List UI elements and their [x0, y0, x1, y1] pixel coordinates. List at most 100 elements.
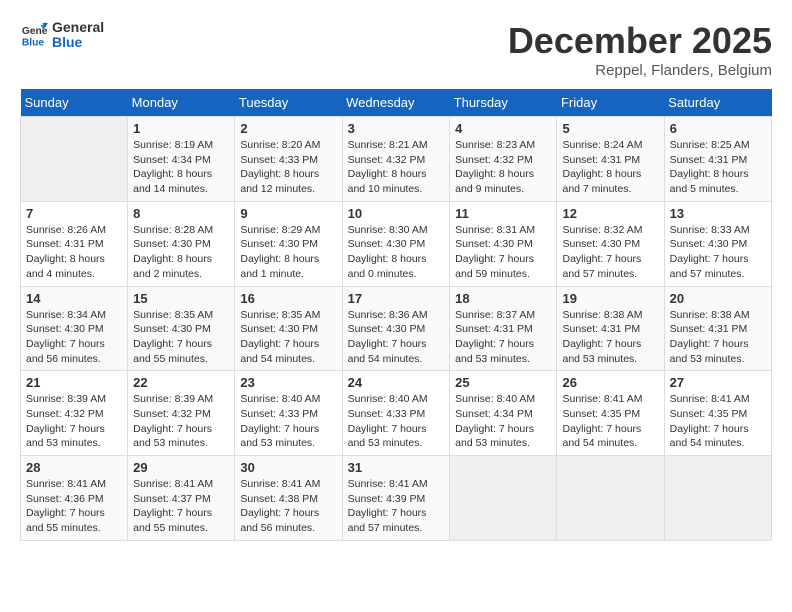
calendar-cell: [557, 456, 664, 541]
day-number: 3: [348, 121, 445, 136]
day-info: Sunrise: 8:41 AM Sunset: 4:36 PM Dayligh…: [26, 477, 122, 536]
calendar-cell: 8 Sunrise: 8:28 AM Sunset: 4:30 PM Daylig…: [128, 201, 235, 286]
calendar-table: SundayMondayTuesdayWednesdayThursdayFrid…: [20, 89, 772, 541]
day-number: 4: [455, 121, 551, 136]
calendar-cell: 21Sunrise: 8:39 AM Sunset: 4:32 PM Dayli…: [21, 371, 128, 456]
day-number: 13: [670, 206, 766, 221]
day-info: Sunrise: 8:34 AM Sunset: 4:30 PM Dayligh…: [26, 308, 122, 367]
day-info: Sunrise: 8:41 AM Sunset: 4:35 PM Dayligh…: [562, 392, 658, 451]
calendar-cell: 20 Sunrise: 8:38 AM Sunset: 4:31 PM Dayli…: [664, 286, 771, 371]
day-info: Sunrise: 8:41 AM Sunset: 4:38 PM Dayligh…: [240, 477, 336, 536]
weekday-header-friday: Friday: [557, 89, 664, 117]
day-number: 20: [670, 291, 766, 306]
calendar-week-3: 14 Sunrise: 8:34 AM Sunset: 4:30 PM Dayli…: [21, 286, 772, 371]
day-info: Sunrise: 8:33 AM Sunset: 4:30 PM Dayligh…: [670, 223, 766, 282]
weekday-header-tuesday: Tuesday: [235, 89, 342, 117]
day-info: Sunrise: 8:38 AM Sunset: 4:31 PM Dayligh…: [670, 308, 766, 367]
day-number: 19: [562, 291, 658, 306]
calendar-cell: [664, 456, 771, 541]
calendar-cell: 18Sunrise: 8:37 AM Sunset: 4:31 PM Dayli…: [450, 286, 557, 371]
day-info: Sunrise: 8:39 AM Sunset: 4:32 PM Dayligh…: [26, 392, 122, 451]
day-number: 31: [348, 460, 445, 475]
day-info: Sunrise: 8:35 AM Sunset: 4:30 PM Dayligh…: [133, 308, 229, 367]
weekday-header-row: SundayMondayTuesdayWednesdayThursdayFrid…: [21, 89, 772, 117]
calendar-cell: 26 Sunrise: 8:41 AM Sunset: 4:35 PM Dayli…: [557, 371, 664, 456]
weekday-header-saturday: Saturday: [664, 89, 771, 117]
day-info: Sunrise: 8:41 AM Sunset: 4:39 PM Dayligh…: [348, 477, 445, 536]
day-number: 10: [348, 206, 445, 221]
title-block: December 2025 Reppel, Flanders, Belgium: [508, 20, 772, 79]
calendar-cell: 25 Sunrise: 8:40 AM Sunset: 4:34 PM Dayli…: [450, 371, 557, 456]
calendar-cell: 12 Sunrise: 8:32 AM Sunset: 4:30 PM Dayli…: [557, 201, 664, 286]
weekday-header-monday: Monday: [128, 89, 235, 117]
day-number: 25: [455, 375, 551, 390]
calendar-cell: 27Sunrise: 8:41 AM Sunset: 4:35 PM Dayli…: [664, 371, 771, 456]
day-info: Sunrise: 8:25 AM Sunset: 4:31 PM Dayligh…: [670, 138, 766, 197]
day-number: 24: [348, 375, 445, 390]
logo-line1: General: [52, 20, 104, 35]
day-number: 27: [670, 375, 766, 390]
day-number: 26: [562, 375, 658, 390]
day-number: 2: [240, 121, 336, 136]
day-info: Sunrise: 8:38 AM Sunset: 4:31 PM Dayligh…: [562, 308, 658, 367]
day-info: Sunrise: 8:28 AM Sunset: 4:30 PM Dayligh…: [133, 223, 229, 282]
day-number: 7: [26, 206, 122, 221]
calendar-cell: [21, 117, 128, 202]
calendar-week-4: 21Sunrise: 8:39 AM Sunset: 4:32 PM Dayli…: [21, 371, 772, 456]
day-number: 8: [133, 206, 229, 221]
day-number: 1: [133, 121, 229, 136]
day-info: Sunrise: 8:35 AM Sunset: 4:30 PM Dayligh…: [240, 308, 336, 367]
day-info: Sunrise: 8:20 AM Sunset: 4:33 PM Dayligh…: [240, 138, 336, 197]
day-number: 18: [455, 291, 551, 306]
day-info: Sunrise: 8:40 AM Sunset: 4:33 PM Dayligh…: [348, 392, 445, 451]
svg-text:Blue: Blue: [22, 38, 45, 49]
calendar-cell: 16 Sunrise: 8:35 AM Sunset: 4:30 PM Dayli…: [235, 286, 342, 371]
day-number: 14: [26, 291, 122, 306]
calendar-cell: 14 Sunrise: 8:34 AM Sunset: 4:30 PM Dayli…: [21, 286, 128, 371]
calendar-week-5: 28 Sunrise: 8:41 AM Sunset: 4:36 PM Dayli…: [21, 456, 772, 541]
calendar-cell: 7Sunrise: 8:26 AM Sunset: 4:31 PM Daylig…: [21, 201, 128, 286]
logo: General Blue General Blue: [20, 20, 104, 51]
weekday-header-wednesday: Wednesday: [342, 89, 450, 117]
day-info: Sunrise: 8:24 AM Sunset: 4:31 PM Dayligh…: [562, 138, 658, 197]
page-header: General Blue General Blue December 2025 …: [20, 20, 772, 79]
calendar-cell: 10 Sunrise: 8:30 AM Sunset: 4:30 PM Dayli…: [342, 201, 450, 286]
calendar-cell: 1Sunrise: 8:19 AM Sunset: 4:34 PM Daylig…: [128, 117, 235, 202]
day-number: 12: [562, 206, 658, 221]
day-number: 17: [348, 291, 445, 306]
logo-line2: Blue: [52, 35, 104, 50]
day-info: Sunrise: 8:21 AM Sunset: 4:32 PM Dayligh…: [348, 138, 445, 197]
calendar-cell: 30 Sunrise: 8:41 AM Sunset: 4:38 PM Dayli…: [235, 456, 342, 541]
calendar-cell: 9Sunrise: 8:29 AM Sunset: 4:30 PM Daylig…: [235, 201, 342, 286]
day-number: 23: [240, 375, 336, 390]
day-number: 15: [133, 291, 229, 306]
calendar-cell: 4Sunrise: 8:23 AM Sunset: 4:32 PM Daylig…: [450, 117, 557, 202]
calendar-cell: 24 Sunrise: 8:40 AM Sunset: 4:33 PM Dayli…: [342, 371, 450, 456]
day-info: Sunrise: 8:32 AM Sunset: 4:30 PM Dayligh…: [562, 223, 658, 282]
calendar-cell: 23 Sunrise: 8:40 AM Sunset: 4:33 PM Dayli…: [235, 371, 342, 456]
day-info: Sunrise: 8:39 AM Sunset: 4:32 PM Dayligh…: [133, 392, 229, 451]
weekday-header-thursday: Thursday: [450, 89, 557, 117]
day-info: Sunrise: 8:40 AM Sunset: 4:34 PM Dayligh…: [455, 392, 551, 451]
calendar-cell: 28 Sunrise: 8:41 AM Sunset: 4:36 PM Dayli…: [21, 456, 128, 541]
calendar-cell: 22 Sunrise: 8:39 AM Sunset: 4:32 PM Dayli…: [128, 371, 235, 456]
calendar-cell: 5Sunrise: 8:24 AM Sunset: 4:31 PM Daylig…: [557, 117, 664, 202]
calendar-cell: 19 Sunrise: 8:38 AM Sunset: 4:31 PM Dayli…: [557, 286, 664, 371]
day-number: 29: [133, 460, 229, 475]
day-number: 16: [240, 291, 336, 306]
day-info: Sunrise: 8:36 AM Sunset: 4:30 PM Dayligh…: [348, 308, 445, 367]
day-number: 30: [240, 460, 336, 475]
logo-icon: General Blue: [20, 21, 48, 49]
day-number: 6: [670, 121, 766, 136]
calendar-week-2: 7Sunrise: 8:26 AM Sunset: 4:31 PM Daylig…: [21, 201, 772, 286]
day-number: 28: [26, 460, 122, 475]
day-info: Sunrise: 8:30 AM Sunset: 4:30 PM Dayligh…: [348, 223, 445, 282]
day-info: Sunrise: 8:40 AM Sunset: 4:33 PM Dayligh…: [240, 392, 336, 451]
day-number: 22: [133, 375, 229, 390]
calendar-cell: 6 Sunrise: 8:25 AM Sunset: 4:31 PM Daylig…: [664, 117, 771, 202]
calendar-cell: 31 Sunrise: 8:41 AM Sunset: 4:39 PM Dayli…: [342, 456, 450, 541]
calendar-cell: 29 Sunrise: 8:41 AM Sunset: 4:37 PM Dayli…: [128, 456, 235, 541]
calendar-cell: 2 Sunrise: 8:20 AM Sunset: 4:33 PM Daylig…: [235, 117, 342, 202]
day-info: Sunrise: 8:31 AM Sunset: 4:30 PM Dayligh…: [455, 223, 551, 282]
day-info: Sunrise: 8:41 AM Sunset: 4:37 PM Dayligh…: [133, 477, 229, 536]
